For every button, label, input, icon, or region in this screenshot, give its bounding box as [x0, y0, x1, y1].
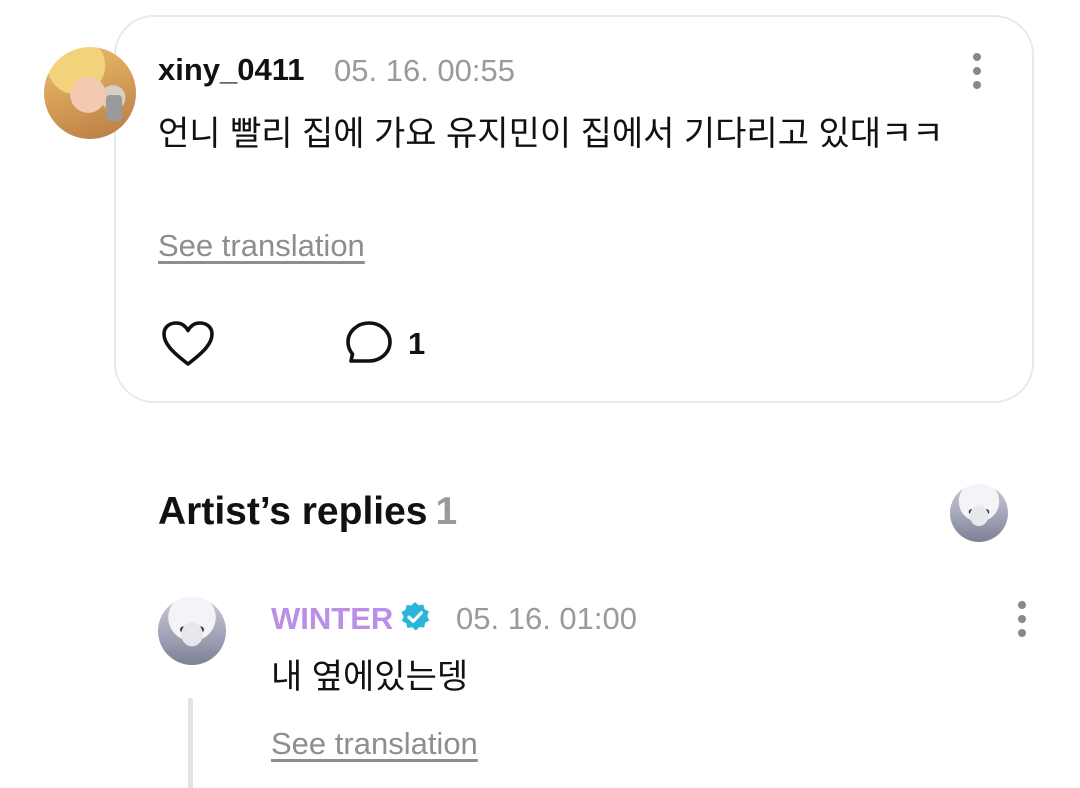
more-vertical-icon[interactable] [1018, 601, 1026, 637]
reply-timestamp: 05. 16. 01:00 [456, 601, 637, 636]
verified-badge-icon [401, 602, 430, 631]
comment-text: 언니 빨리 집에 가요 유지민이 집에서 기다리고 있대ㅋㅋ [158, 115, 944, 153]
artist-avatar-small[interactable] [950, 484, 1008, 542]
see-translation-link[interactable]: See translation [158, 228, 365, 264]
artist-replies-heading: Artist’s replies 1 [158, 490, 457, 534]
more-vertical-icon[interactable] [973, 53, 981, 89]
comment-username[interactable]: xiny_0411 [158, 52, 305, 88]
thread-line [188, 698, 193, 788]
user-avatar[interactable] [44, 47, 136, 139]
artist-avatar[interactable] [158, 597, 226, 665]
artist-name[interactable]: WINTER [271, 601, 393, 637]
heart-icon[interactable] [161, 320, 215, 368]
see-translation-link[interactable]: See translation [271, 726, 478, 762]
comment-bubble-icon[interactable] [345, 320, 393, 366]
phone-camera-shape [106, 95, 122, 121]
artist-replies-count: 1 [435, 490, 458, 533]
artist-replies-title: Artist’s replies [158, 490, 428, 533]
comment-timestamp: 05. 16. 00:55 [334, 53, 515, 88]
reply-text: 내 옆에있는뎅 [271, 658, 469, 696]
reply-count[interactable]: 1 [408, 326, 425, 362]
comment-thread-page: xiny_0411 05. 16. 00:55 언니 빨리 집에 가요 유지민이… [0, 0, 1080, 788]
